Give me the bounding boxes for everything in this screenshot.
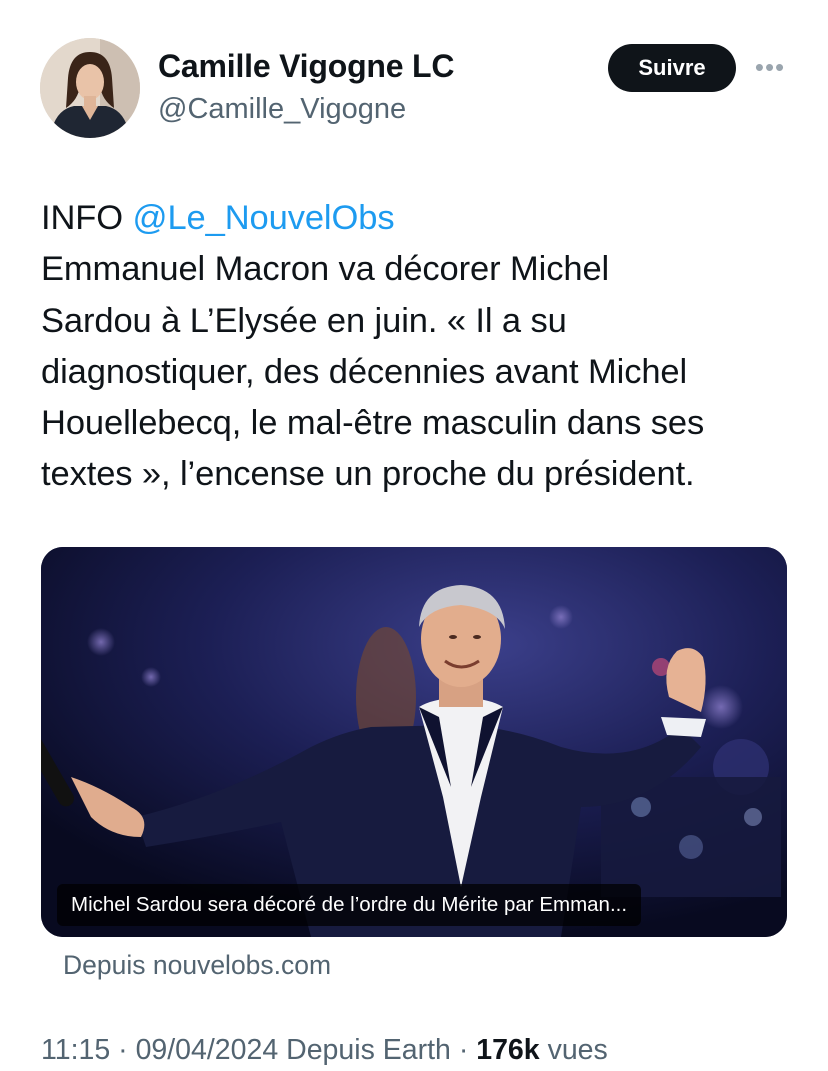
tweet-prefix: INFO bbox=[41, 199, 124, 237]
avatar[interactable] bbox=[40, 38, 140, 138]
tweet-line: Emmanuel Macron va décorer Michel bbox=[41, 250, 610, 289]
card-caption: Michel Sardou sera décoré de l’ordre du … bbox=[57, 884, 642, 926]
separator: · bbox=[118, 1034, 128, 1066]
views-label: vues bbox=[547, 1034, 608, 1066]
link-card-image[interactable] bbox=[41, 547, 787, 937]
tweet-first-line: INFO @Le_NouvelObs bbox=[41, 193, 801, 244]
tweet-line: textes », l’encense un proche du préside… bbox=[41, 455, 695, 494]
tweet-text: INFO @Le_NouvelObs Emmanuel Macron va dé… bbox=[41, 193, 801, 501]
mention-link[interactable]: @Le_NouvelObs bbox=[133, 199, 395, 237]
card-source-link[interactable]: Depuis nouvelobs.com bbox=[63, 950, 331, 981]
tweet-client: Depuis Earth bbox=[286, 1034, 451, 1066]
more-icon[interactable]: ••• bbox=[752, 52, 788, 82]
author-handle[interactable]: @Camille_Vigogne bbox=[158, 93, 406, 126]
views-count[interactable]: 176k bbox=[476, 1034, 539, 1066]
tweet-line: Sardou à L’Elysée en juin. « Il a su bbox=[41, 301, 567, 340]
tweet-line: Houellebecq, le mal-être masculin dans s… bbox=[41, 404, 705, 443]
profile-photo bbox=[40, 38, 140, 138]
author-display-name[interactable]: Camille Vigogne LC bbox=[158, 48, 455, 85]
tweet-time[interactable]: 11:15 bbox=[41, 1034, 110, 1066]
follow-button[interactable]: Suivre bbox=[608, 44, 736, 92]
tweet-date[interactable]: 09/04/2024 bbox=[136, 1034, 279, 1066]
tweet-line: diagnostiquer, des décennies avant Miche… bbox=[41, 352, 688, 391]
tweet-metadata: 11:15 · 09/04/2024 Depuis Earth · 176k v… bbox=[41, 1034, 608, 1067]
separator: · bbox=[458, 1034, 469, 1066]
concert-photo bbox=[41, 547, 787, 937]
